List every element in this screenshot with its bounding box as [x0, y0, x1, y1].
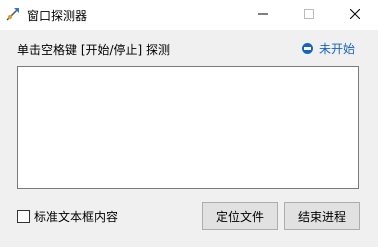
minimize-icon [258, 8, 268, 22]
status-indicator: 未开始 [302, 40, 355, 57]
close-icon [349, 8, 361, 22]
standard-textbox-label: 标准文本框内容 [34, 210, 119, 224]
crosshair-icon [5, 6, 21, 22]
maximize-button[interactable] [286, 0, 332, 30]
standard-textbox-checkbox[interactable] [17, 210, 30, 223]
standard-textbox-option[interactable]: 标准文本框内容 [17, 208, 118, 225]
maximize-icon [304, 8, 314, 22]
locate-file-button[interactable]: 定位文件 [202, 202, 278, 230]
close-button[interactable] [332, 0, 378, 30]
status-text: 未开始 [319, 42, 356, 56]
minimize-button[interactable] [240, 0, 286, 30]
stop-status-icon [302, 43, 313, 54]
title-bar[interactable]: 窗口探测器 [0, 0, 378, 30]
hotkey-hint: 单击空格键 [开始/停止] 探测 [17, 43, 171, 57]
window-title: 窗口探测器 [27, 9, 88, 23]
result-textbox[interactable] [17, 66, 359, 189]
end-process-button[interactable]: 结束进程 [284, 202, 360, 230]
